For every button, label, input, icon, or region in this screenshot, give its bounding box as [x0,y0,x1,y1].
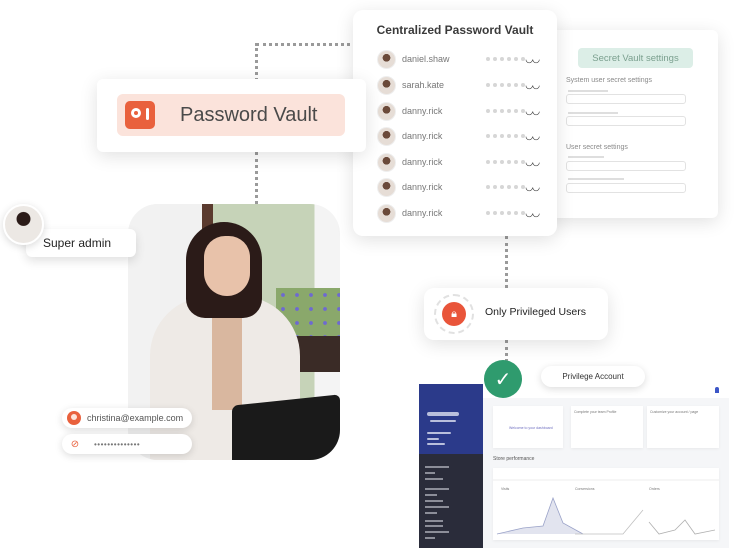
avatar [377,75,396,95]
field-label-line [568,156,604,158]
avatar [377,49,396,69]
welcome-tile[interactable]: Welcome to your dashboard [493,406,563,448]
vault-entry[interactable]: daniel.shaw ◡◡ [377,48,540,70]
connector-line [255,152,258,204]
orders-line [648,519,716,535]
password-mask [486,109,526,113]
eye-closed-icon[interactable]: ◡◡ [525,80,540,91]
avatar [377,126,396,146]
username: danny.rick [402,208,443,218]
visits-area [497,498,583,534]
vault-entry[interactable]: danny.rick ◡◡ [377,176,540,198]
avatar [377,177,396,197]
user-icon [67,411,81,425]
password-vault-label: Password Vault [180,103,318,126]
password-mask [486,160,526,164]
privileged-users-label: Only Privileged Users [485,306,586,318]
profile-tile[interactable]: Complete your team Profile [571,406,643,448]
store-performance-title: Store performance [493,456,535,462]
eye-closed-icon[interactable]: ◡◡ [525,208,540,219]
password-field[interactable]: ⊘ •••••••••••••• [62,434,192,454]
bell-icon[interactable] [715,387,719,393]
password-mask [486,211,526,215]
password-vault-card: Password Vault [97,79,366,152]
system-section-label: System user secret settings [566,77,652,84]
conversions-line [575,509,644,535]
vault-entry[interactable]: danny.rick ◡◡ [377,125,540,147]
safe-icon [125,101,155,129]
password-vault-button[interactable]: Password Vault [117,94,345,136]
email-value: christina@example.com [87,413,184,423]
avatar [377,152,396,172]
settings-header[interactable]: Secret Vault settings [578,48,693,68]
eye-closed-icon[interactable]: ◡◡ [525,54,540,65]
vault-title: Centralized Password Vault [376,23,534,37]
vault-entry[interactable]: danny.rick ◡◡ [377,100,540,122]
field-label-line [568,178,624,180]
avatar [377,101,396,121]
user-field-2[interactable] [566,183,686,193]
field-label-line [568,112,618,114]
username: danny.rick [402,106,443,116]
username: danny.rick [402,131,443,141]
vault-entry[interactable]: danny.rick ◡◡ [377,202,540,224]
user-field-1[interactable] [566,161,686,171]
password-vault-list-card: Centralized Password Vault daniel.shaw ◡◡… [353,10,557,236]
dashboard-preview: Welcome to your dashboard Complete your … [419,384,729,548]
eye-closed-icon[interactable]: ◡◡ [525,157,540,168]
vault-entry[interactable]: sarah.kate ◡◡ [377,74,540,96]
super-admin-avatar [3,204,44,245]
laptop [232,394,340,460]
super-admin-label: Super admin [43,236,112,250]
email-field[interactable]: christina@example.com [62,408,192,428]
lock-icon: 🔒︎ [442,302,466,326]
eye-closed-icon[interactable]: ◡◡ [525,182,540,193]
field-label-line [568,90,608,92]
performance-panel: Visits Conversions Orders [493,468,719,540]
system-field-1[interactable] [566,94,686,104]
connector-line [255,43,258,81]
eye-closed-icon[interactable]: ◡◡ [525,106,540,117]
password-mask [486,134,526,138]
username: sarah.kate [402,80,445,90]
account-tile[interactable]: Customize your account / page [647,406,719,448]
privilege-account-badge[interactable]: Privilege Account [541,366,645,387]
username: daniel.shaw [402,54,450,64]
password-value: •••••••••••••• [94,439,141,449]
tile-title: Complete your team Profile [574,410,617,414]
eye-closed-icon[interactable]: ◡◡ [525,131,540,142]
secret-vault-settings-card: Secret Vault settings System user secret… [548,30,718,218]
eye-off-icon[interactable]: ⊘ [68,439,82,450]
password-mask [486,185,526,189]
sparkline-charts [493,479,719,535]
password-mask [486,83,526,87]
system-field-2[interactable] [566,116,686,126]
privileged-users-card: 🔒︎ Only Privileged Users [424,288,608,340]
connector-line [256,43,356,46]
username: danny.rick [402,182,443,192]
username: danny.rick [402,157,443,167]
tile-title: Customize your account / page [650,410,699,414]
super-admin-badge: Super admin [26,229,136,257]
connector-line [505,340,508,362]
welcome-text: Welcome to your dashboard [509,426,553,430]
user-section-label: User secret settings [566,144,628,151]
avatar [377,203,396,223]
vault-entry[interactable]: danny.rick ◡◡ [377,151,540,173]
check-icon: ✓ [484,360,522,398]
password-mask [486,57,526,61]
connector-line [505,236,508,288]
